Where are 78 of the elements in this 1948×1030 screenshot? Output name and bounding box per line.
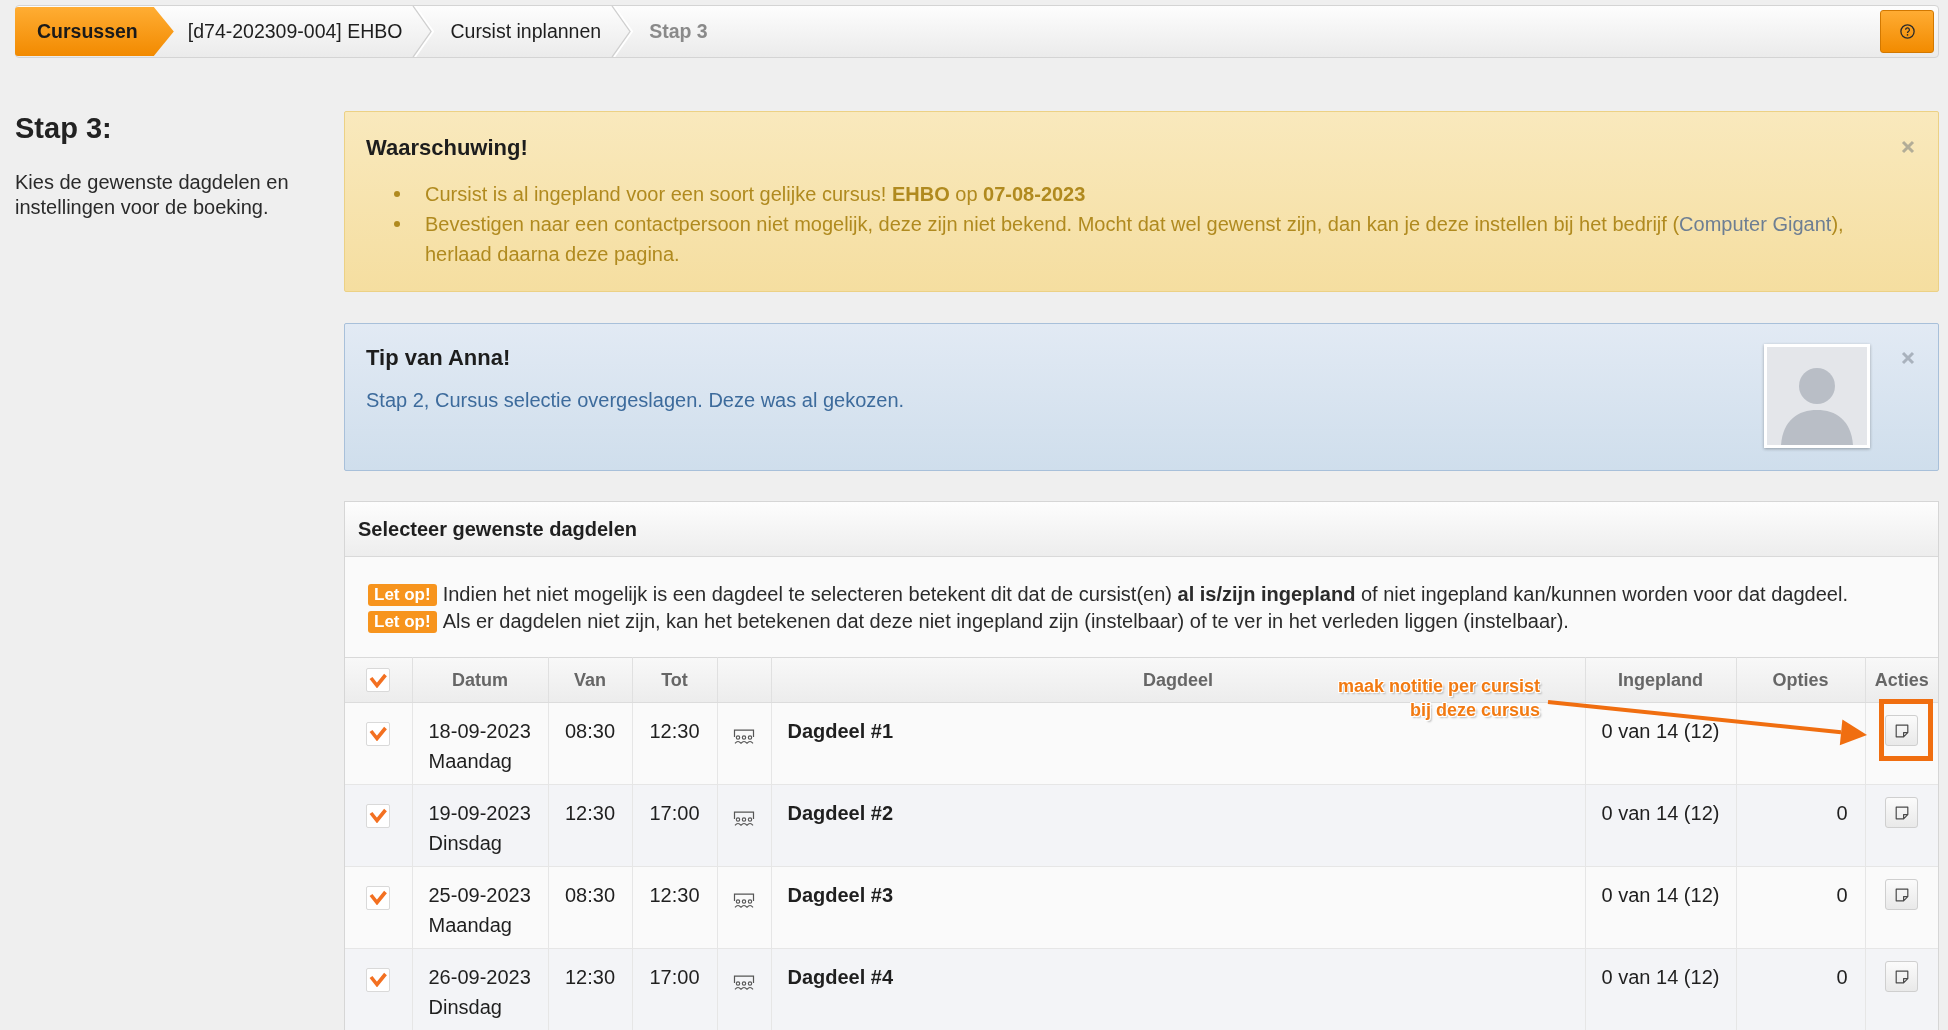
bullet-icon [394, 191, 400, 197]
breadcrumb-link[interactable]: [d74-202309-004] EHBO [173, 6, 413, 57]
note-button[interactable] [1885, 797, 1919, 828]
row-checkbox[interactable] [366, 885, 391, 910]
date-text: 26-09-2023 [428, 965, 532, 990]
column-header: Datum [412, 657, 548, 703]
note-button[interactable] [1885, 879, 1919, 910]
table-cell: Dagdeel #3 [771, 866, 1585, 949]
note-text: Als er dagdelen niet zijn, kan het betekenen dat deze niet ingepland zijn (instelbaar) of te ver in het verleden liggen (instelbaar). [442, 610, 1569, 633]
tip-text: Stap 2, Cursus selectie overgeslagen. Deze was al gekozen. [366, 388, 906, 413]
note-button[interactable] [1885, 961, 1919, 992]
weekday-text: Dinsdag [428, 995, 503, 1020]
table-cell: 0 [1736, 784, 1865, 867]
checkmark-icon [369, 672, 388, 688]
checkmark-icon [369, 972, 388, 988]
checkmark-icon [369, 890, 388, 906]
warning-title: Waarschuwing! [366, 134, 529, 162]
group-icon [733, 729, 755, 744]
home-breadcrumb[interactable]: Cursussen [15, 7, 174, 56]
weekday-text: Dinsdag [428, 831, 503, 856]
tip-title: Tip van Anna! [366, 344, 512, 372]
row-checkbox[interactable] [366, 967, 391, 992]
checkmark-icon [369, 726, 388, 742]
table-cell: 12:30 [548, 784, 632, 867]
column-header: Opties [1736, 657, 1865, 703]
table-cell: 12:30 [632, 866, 717, 949]
table-cell: Dagdeel #4 [771, 948, 1585, 1030]
table-cell: 08:30 [548, 866, 632, 949]
table-cell: 17:00 [632, 784, 717, 867]
question-icon [1899, 24, 1915, 39]
highlight-frame [1879, 699, 1933, 761]
breadcrumb-link[interactable]: Cursist inplannen [436, 6, 612, 57]
annotation-text: maak notitie per cursist bij deze cursus [1337, 675, 1540, 722]
note-text: Indien het niet mogelijk is een dagdeel te selecteren betekent dit dat de cursist(en) al is/zijn ingepland of niet ingepland kan/kunnen worden voor dat dagdeel. [442, 583, 1848, 606]
step-label: Stap 3 [649, 20, 708, 43]
weekday-text: Maandag [428, 749, 513, 774]
note-icon [1894, 887, 1909, 902]
date-text: 18-09-2023 [428, 719, 532, 744]
warning-text: Cursist is al ingepland voor een soort gelijke cursus! EHBO op 07-08-2023 [425, 182, 1086, 207]
table-cell: 08:30 [548, 702, 632, 785]
column-header: Acties [1865, 657, 1938, 703]
table-cell: 0 van 14 (12) [1585, 784, 1736, 867]
warning-badge: Let op! [368, 610, 437, 633]
step-title: Stap 3: [15, 111, 113, 145]
note-icon [1894, 723, 1909, 738]
panel-title: Selecteer gewenste dagdelen [358, 517, 637, 541]
step-description: Kies de gewenste dagdelen en instellingen voor de boeking. [15, 170, 290, 220]
table-cell: 0 van 14 (12) [1585, 866, 1736, 949]
row-checkbox[interactable] [366, 721, 391, 746]
date-text: 25-09-2023 [428, 883, 532, 908]
close-icon[interactable] [1901, 140, 1915, 154]
table-cell: 0 [1736, 948, 1865, 1030]
table-cell: 17:00 [632, 948, 717, 1030]
bullet-icon [394, 221, 400, 227]
column-header: Ingepland [1585, 657, 1736, 703]
warning-text: Bevestigen naar een contactpersoon niet mogelijk, deze zijn niet bekend. Mocht dat wel gewenst zijn, dan kan je deze instellen bij het bedrijf (Computer Gigant), herlaad daarna deze pagina. [425, 212, 1845, 267]
table-cell: 12:30 [548, 948, 632, 1030]
select-all-checkbox[interactable] [366, 668, 391, 692]
date-text: 19-09-2023 [428, 801, 532, 826]
table-cell: Dagdeel #2 [771, 784, 1585, 867]
group-icon [733, 975, 755, 990]
weekday-text: Maandag [428, 913, 513, 938]
row-checkbox[interactable] [366, 803, 391, 828]
table-cell: 12:30 [632, 702, 717, 785]
table-cell: 0 van 14 (12) [1585, 948, 1736, 1030]
warning-badge: Let op! [368, 583, 437, 606]
group-icon [733, 893, 755, 908]
help-button[interactable] [1880, 10, 1934, 53]
table-cell: 0 van 14 (12) [1585, 702, 1736, 785]
note-icon [1894, 969, 1909, 984]
checkmark-icon [369, 808, 388, 824]
note-button[interactable] [1885, 715, 1919, 746]
column-header: Tot [632, 657, 717, 703]
note-icon [1894, 805, 1909, 820]
column-header: Van [548, 657, 632, 703]
table-cell: 0 [1736, 866, 1865, 949]
group-icon [733, 811, 755, 826]
close-icon[interactable] [1901, 351, 1915, 365]
